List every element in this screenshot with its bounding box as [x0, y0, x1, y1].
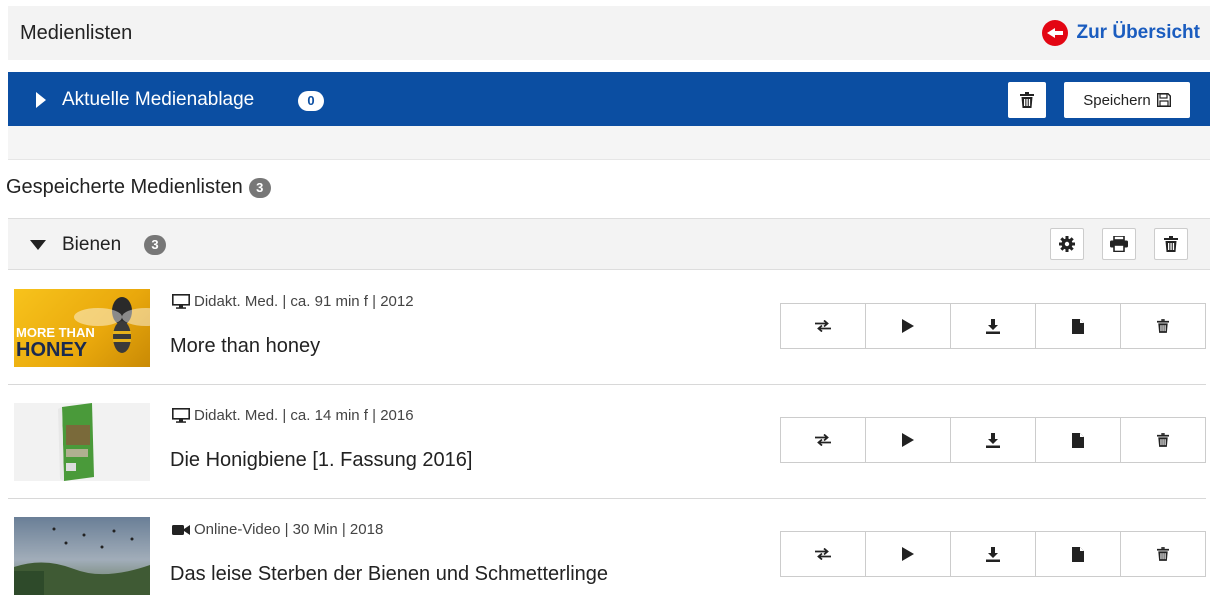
trash-icon	[1157, 319, 1169, 333]
caret-down-icon[interactable]	[30, 240, 46, 250]
page-header: Medienlisten Zur Übersicht	[8, 6, 1210, 60]
media-list-item: Online-Video | 30 Min | 2018 Das leise S…	[8, 499, 1206, 608]
download-button[interactable]	[951, 418, 1036, 462]
move-button[interactable]	[781, 418, 866, 462]
media-title[interactable]: More than honey	[170, 335, 320, 358]
play-button[interactable]	[866, 418, 951, 462]
media-thumbnail[interactable]	[14, 517, 150, 595]
file-icon	[1072, 318, 1084, 334]
media-title[interactable]: Die Honigbiene [1. Fassung 2016]	[170, 449, 472, 472]
trash-icon	[1157, 547, 1169, 561]
file-icon	[1072, 432, 1084, 448]
current-media-count-badge: 0	[298, 91, 324, 111]
current-media-label[interactable]: Aktuelle Medienablage	[62, 89, 254, 111]
play-button[interactable]	[866, 304, 951, 348]
print-list-button[interactable]	[1102, 228, 1136, 260]
saved-lists-heading: Gespeicherte Medienlisten 3	[6, 176, 271, 199]
monitor-icon	[172, 294, 190, 309]
printer-icon	[1110, 236, 1128, 252]
trash-icon	[1157, 433, 1169, 447]
media-meta: Didakt. Med. | ca. 14 min f | 2016	[172, 407, 414, 424]
divider-area	[8, 126, 1210, 160]
media-meta: Didakt. Med. | ca. 91 min f | 2012	[172, 293, 414, 310]
media-thumbnail[interactable]: MORE THAN HONEY	[14, 289, 150, 367]
media-meta-text: Didakt. Med. | ca. 91 min f | 2012	[194, 293, 414, 310]
media-title[interactable]: Das leise Sterben der Bienen und Schmett…	[170, 563, 608, 586]
media-meta: Online-Video | 30 Min | 2018	[172, 521, 383, 538]
media-actions	[780, 531, 1206, 577]
saved-lists-count-badge: 3	[248, 177, 271, 198]
document-button[interactable]	[1036, 304, 1121, 348]
move-button[interactable]	[781, 304, 866, 348]
media-meta-text: Didakt. Med. | ca. 14 min f | 2016	[194, 407, 414, 424]
exchange-icon	[815, 548, 831, 560]
exchange-icon	[815, 320, 831, 332]
list-group-name[interactable]: Bienen	[62, 234, 121, 256]
exchange-icon	[815, 434, 831, 446]
trash-icon	[1020, 92, 1034, 108]
remove-item-button[interactable]	[1121, 418, 1205, 462]
delete-list-button[interactable]	[1154, 228, 1188, 260]
media-list-item: Didakt. Med. | ca. 14 min f | 2016 Die H…	[8, 385, 1206, 499]
remove-item-button[interactable]	[1121, 304, 1205, 348]
trash-icon	[1164, 236, 1178, 252]
remove-item-button[interactable]	[1121, 532, 1205, 576]
video-camera-icon	[172, 524, 190, 535]
back-to-overview-link[interactable]: Zur Übersicht	[1042, 20, 1200, 46]
move-button[interactable]	[781, 532, 866, 576]
thumbnail-text-line2: HONEY	[16, 339, 88, 361]
gear-icon	[1059, 236, 1075, 252]
monitor-icon	[172, 408, 190, 423]
document-button[interactable]	[1036, 532, 1121, 576]
back-link-label: Zur Übersicht	[1076, 22, 1200, 43]
download-icon	[986, 432, 1000, 448]
media-actions	[780, 303, 1206, 349]
sky-scene-illustration	[14, 517, 150, 595]
play-icon	[902, 319, 914, 333]
save-button[interactable]: Speichern	[1064, 82, 1190, 118]
caret-right-icon[interactable]	[36, 92, 46, 108]
list-group-count-badge: 3	[144, 235, 166, 255]
file-icon	[1072, 546, 1084, 562]
arrow-left-circle-icon	[1042, 20, 1069, 46]
dvd-cover-illustration	[58, 403, 94, 481]
play-icon	[902, 433, 914, 447]
floppy-disk-icon	[1156, 93, 1171, 107]
media-actions	[780, 417, 1206, 463]
save-button-label: Speichern	[1083, 91, 1151, 109]
media-thumbnail[interactable]	[14, 403, 150, 481]
media-meta-text: Online-Video | 30 Min | 2018	[194, 521, 384, 538]
saved-lists-title: Gespeicherte Medienlisten	[6, 176, 243, 198]
download-icon	[986, 546, 1000, 562]
play-button[interactable]	[866, 532, 951, 576]
media-list-item: MORE THAN HONEY Didakt. Med. | ca. 91 mi…	[8, 271, 1206, 385]
download-button[interactable]	[951, 532, 1036, 576]
list-group-header[interactable]: Bienen 3	[8, 218, 1210, 270]
download-icon	[986, 318, 1000, 334]
list-settings-button[interactable]	[1050, 228, 1084, 260]
clear-current-button[interactable]	[1008, 82, 1046, 118]
current-media-bar[interactable]: Aktuelle Medienablage 0 Speichern	[8, 72, 1210, 126]
document-button[interactable]	[1036, 418, 1121, 462]
download-button[interactable]	[951, 304, 1036, 348]
thumbnail-text-line1: MORE THAN	[16, 325, 95, 340]
play-icon	[902, 547, 914, 561]
page-title: Medienlisten	[20, 22, 133, 44]
